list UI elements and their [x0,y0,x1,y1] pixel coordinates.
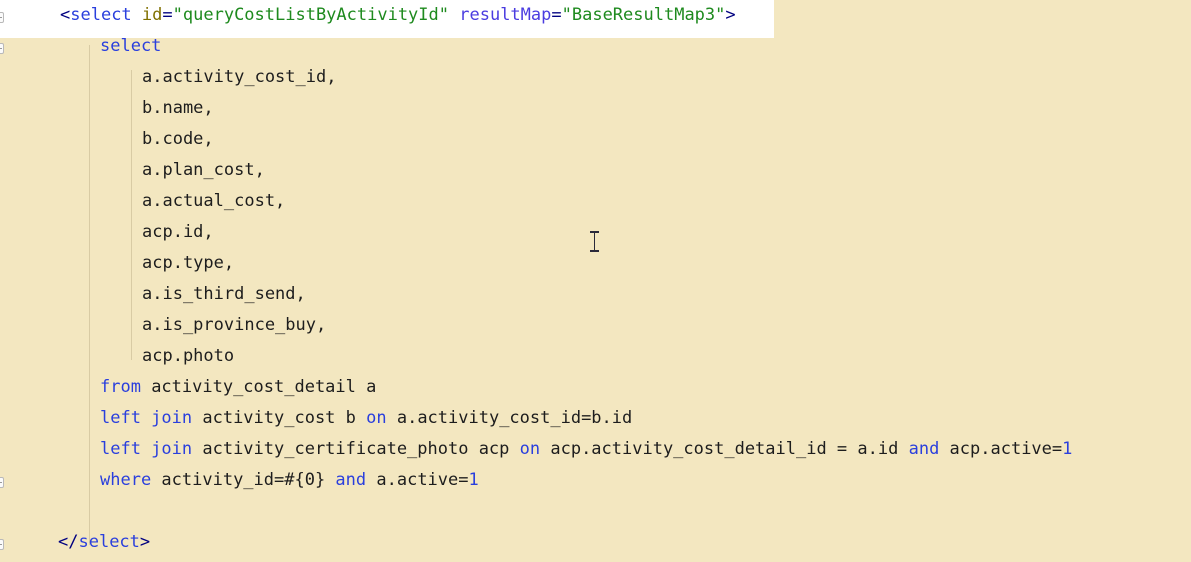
line-col-acp-type[interactable]: acp.type, [0,248,1072,279]
token-0: b.name, [142,98,214,118]
token-4: = [162,5,173,25]
line-col-is-third-send[interactable]: a.is_third_send, [0,279,1072,310]
token-0: a.is_province_buy, [142,315,327,335]
token-3: acp.activity_cost_detail_id = a.id [540,439,909,459]
token-3: id [141,5,163,25]
token-0: a.is_third_send, [142,284,306,304]
token-3: a.active= [366,470,469,490]
token-1: activity_id=#{0} [151,470,336,490]
token-2: > [139,532,151,552]
token-0: acp.type, [142,253,235,273]
line-col-acp-id[interactable]: acp.id, [0,217,1072,248]
token-4: 1 [468,470,479,490]
token-1: activity_cost b [192,408,367,428]
token-6 [449,5,459,25]
line-sql-from[interactable]: from activity_cost_detail a [0,372,1072,403]
line-col-activity-cost-id[interactable]: a.activity_cost_id, [0,62,1072,93]
token-1: activity_certificate_photo acp [192,439,520,459]
line-sql-where[interactable]: where activity_id=#{0} and a.active=1 [0,465,1072,496]
token-5: acp.active= [939,439,1063,459]
token-0: acp.id, [142,222,214,242]
line-blank[interactable] [0,496,1072,527]
token-5: "queryCostListByActivityId" [172,5,449,25]
line-col-plan-cost[interactable]: a.plan_cost, [0,155,1072,186]
token-0: < [60,5,71,25]
token-4: and [908,439,940,459]
token-10: > [725,5,736,25]
token-8: = [551,5,562,25]
token-7: resultMap [459,5,552,25]
token-0: a.plan_cost, [142,160,265,180]
token-0: a.actual_cost, [142,191,286,211]
token-0: </ [58,532,79,552]
token-1: select [78,532,140,552]
line-sql-left-join-activity-cost[interactable]: left join activity_cost b on a.activity_… [0,403,1072,434]
token-1: activity_cost_detail a [140,377,377,397]
token-0: a.activity_cost_id, [142,67,337,87]
token-9: "BaseResultMap3" [561,5,726,25]
token-1: select [70,5,132,25]
token-2 [132,5,142,25]
line-col-actual-cost[interactable]: a.actual_cost, [0,186,1072,217]
line-sql-select[interactable]: select [0,31,1072,62]
token-0: left join [100,408,193,428]
token-0: select [100,36,162,56]
token-2: on [366,408,387,428]
token-3: a.activity_cost_id=b.id [386,408,633,428]
line-col-is-province-buy[interactable]: a.is_province_buy, [0,310,1072,341]
token-0: b.code, [142,129,214,149]
token-0: from [100,377,141,397]
token-6: 1 [1062,439,1073,459]
token-0: acp.photo [142,346,235,366]
code-content[interactable]: <select id="queryCostListByActivityId" r… [0,0,1072,558]
line-open-select-tag[interactable]: <select id="queryCostListByActivityId" r… [0,0,1072,31]
line-sql-left-join-certificate-photo[interactable]: left join activity_certificate_photo acp… [0,434,1072,465]
token-2: and [335,470,367,490]
line-col-b-code[interactable]: b.code, [0,124,1072,155]
token-2: on [519,439,541,459]
text-cursor-icon [590,231,599,252]
line-close-select-tag[interactable]: </select> [0,527,1072,558]
line-col-acp-photo[interactable]: acp.photo [0,341,1072,372]
line-col-b-name[interactable]: b.name, [0,93,1072,124]
code-editor[interactable]: <select id="queryCostListByActivityId" r… [0,0,1191,562]
token-0: left join [100,439,193,459]
token-0: where [100,470,152,490]
